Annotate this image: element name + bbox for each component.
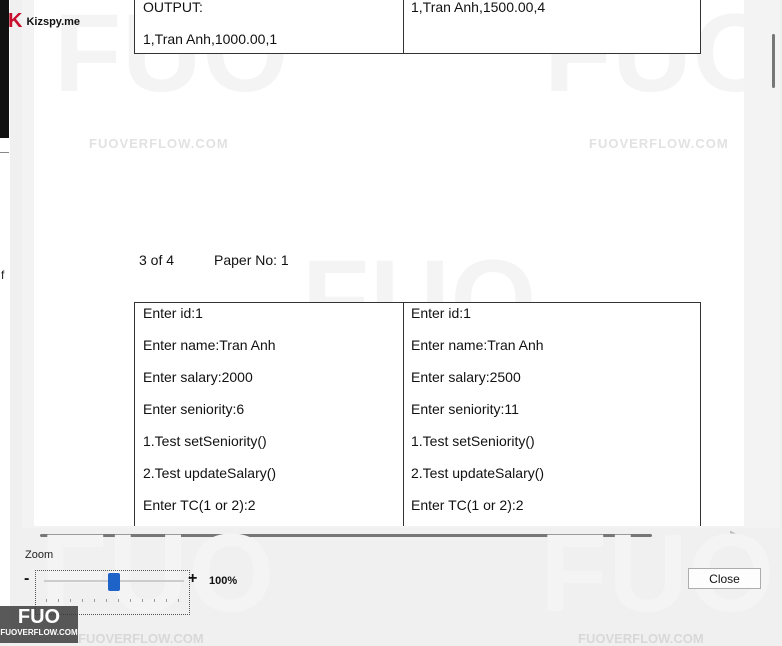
zoom-percentage: 100% bbox=[209, 575, 238, 587]
fuo-logo-main: FUO bbox=[17, 606, 61, 628]
watermark-text: FUOVERFLOW.COM bbox=[589, 136, 729, 151]
table-cell-right: 1,Tran Anh,1500.00,4 bbox=[411, 0, 545, 23]
kizspy-logo: K Kizspy.me bbox=[8, 10, 80, 33]
document-page: FUO FUO FUOVERFLOW.COM FUOVERFLOW.COM FU… bbox=[34, 0, 744, 526]
document-viewer[interactable]: FUO FUO FUOVERFLOW.COM FUOVERFLOW.COM FU… bbox=[22, 0, 780, 528]
zoom-in-button[interactable]: + bbox=[188, 570, 197, 588]
table-cell-line: Enter id:1 bbox=[143, 305, 203, 321]
background-app-text-fragment: f bbox=[1, 268, 5, 282]
table-cell-line: Enter TC(1 or 2):2 bbox=[411, 497, 524, 513]
zoom-slider-tick bbox=[154, 599, 155, 602]
fuo-logo: FUO FUOVERFLOW.COM bbox=[0, 606, 78, 643]
table-cell-line: 2.Test updateSalary() bbox=[411, 465, 545, 481]
zoom-out-button[interactable]: - bbox=[24, 570, 29, 588]
table-cell-line: Enter salary:2500 bbox=[411, 369, 521, 385]
close-button[interactable]: Close bbox=[688, 568, 761, 589]
scroll-right-arrow-icon[interactable]: ▶ bbox=[730, 529, 738, 540]
table-cell-line: 1,Tran Anh,1500.00,4 bbox=[411, 0, 546, 15]
table-cell-line: Enter name:Tran Anh bbox=[411, 337, 544, 353]
output-table-top: OUTPUT: 1,Tran Anh,1000.00,1 1,Tran Anh,… bbox=[134, 0, 701, 54]
table-cell-line: Enter name:Tran Anh bbox=[143, 337, 276, 353]
zoom-slider-tick bbox=[70, 599, 71, 602]
watermark-text: FUOVERFLOW.COM bbox=[578, 631, 704, 646]
zoom-slider-tick bbox=[94, 599, 95, 602]
horizontal-scrollbar[interactable]: ▶ bbox=[22, 528, 758, 542]
test-case-table: Enter id:1 Enter name:Tran Anh Enter sal… bbox=[134, 302, 701, 526]
zoom-slider-tick bbox=[46, 599, 47, 602]
table-cell-line: OUTPUT: bbox=[143, 0, 203, 15]
zoom-slider-tick bbox=[106, 599, 107, 602]
horizontal-scroll-thumb[interactable] bbox=[40, 534, 652, 537]
table-cell-line: 1.Test setSeniority() bbox=[411, 433, 535, 449]
table-cell-right: Enter id:1 Enter name:Tran Anh Enter sal… bbox=[411, 297, 544, 521]
zoom-slider-tick bbox=[178, 599, 179, 602]
zoom-label: Zoom bbox=[25, 549, 54, 561]
table-cell-line: Enter id:1 bbox=[411, 305, 471, 321]
vertical-scroll-thumb[interactable] bbox=[772, 34, 775, 88]
zoom-slider-tick bbox=[142, 599, 143, 602]
zoom-slider-tick bbox=[58, 599, 59, 602]
watermark-text: FUOVERFLOW.COM bbox=[78, 631, 204, 646]
table-cell-left: OUTPUT: 1,Tran Anh,1000.00,1 bbox=[143, 0, 277, 55]
table-column-divider bbox=[403, 0, 404, 53]
paper-number: Paper No: 1 bbox=[214, 252, 289, 268]
table-cell-line: Enter salary:2000 bbox=[143, 369, 253, 385]
zoom-slider-ticks bbox=[46, 599, 184, 603]
table-cell-line: Enter seniority:6 bbox=[143, 401, 245, 417]
table-cell-line: Enter TC(1 or 2):2 bbox=[143, 497, 256, 513]
kizspy-k-icon: K bbox=[8, 10, 23, 32]
zoom-slider-thumb[interactable] bbox=[108, 573, 120, 591]
watermark-text: FUOVERFLOW.COM bbox=[89, 136, 229, 151]
zoom-slider-tick bbox=[166, 599, 167, 602]
page-indicator: 3 of 4 bbox=[139, 252, 175, 268]
fuo-logo-sub: FUOVERFLOW.COM bbox=[0, 628, 78, 637]
table-cell-left: Enter id:1 Enter name:Tran Anh Enter sal… bbox=[143, 297, 276, 521]
table-column-divider bbox=[403, 303, 404, 526]
zoom-slider-tick bbox=[82, 599, 83, 602]
background-app-strip: f bbox=[0, 0, 10, 643]
zoom-slider-tick bbox=[130, 599, 131, 602]
vertical-scrollbar[interactable] bbox=[766, 0, 780, 528]
table-cell-line: 2.Test updateSalary() bbox=[143, 465, 277, 481]
print-preview-window: f FUO FUO FUOVERFLOW.COM FUOVERFLOW.COM … bbox=[0, 0, 782, 646]
background-app-divider bbox=[0, 152, 9, 153]
table-cell-line: 1,Tran Anh,1000.00,1 bbox=[143, 31, 278, 47]
zoom-slider-tick bbox=[118, 599, 119, 602]
table-cell-line: Enter seniority:11 bbox=[411, 401, 519, 417]
kizspy-text: Kizspy.me bbox=[26, 15, 81, 28]
table-cell-line: 1.Test setSeniority() bbox=[143, 433, 267, 449]
